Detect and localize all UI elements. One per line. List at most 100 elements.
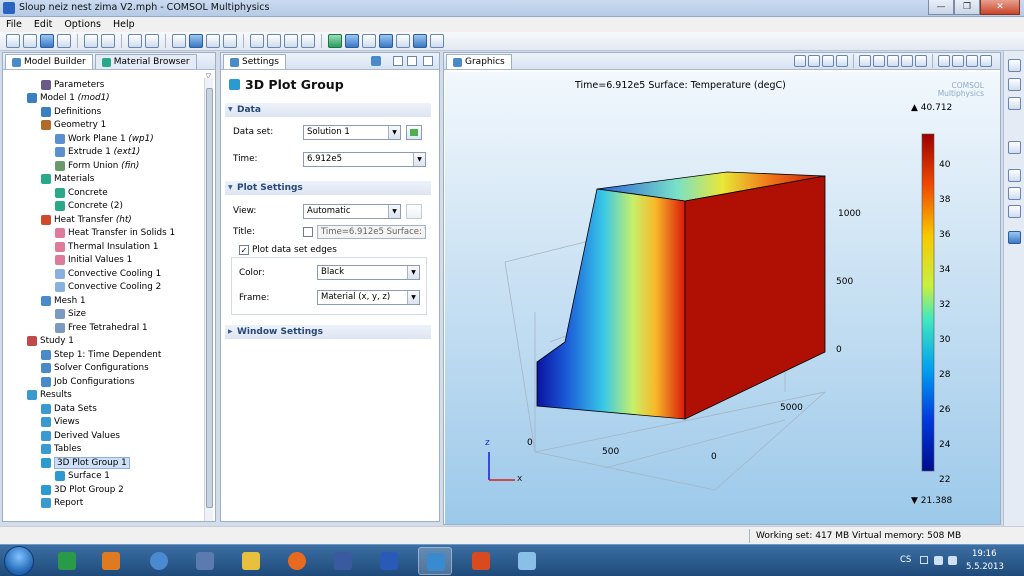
zoom-extents-icon[interactable] [836, 55, 848, 67]
maximize-panel-icon[interactable] [423, 56, 433, 66]
tab-settings[interactable]: Settings [223, 54, 286, 69]
minimize-button[interactable]: — [928, 0, 954, 15]
taskbar-app-explorer[interactable] [234, 547, 268, 575]
tree-node[interactable]: Concrete [55, 186, 108, 199]
report-icon[interactable] [430, 34, 444, 48]
tree-node[interactable]: Model 1 (mod1) [27, 92, 110, 105]
wireframe-icon[interactable] [887, 55, 899, 67]
window-icon[interactable] [393, 56, 403, 66]
tree-node[interactable]: Data Sets [41, 402, 97, 415]
taskbar-app-save[interactable] [326, 547, 360, 575]
title-input[interactable]: Time=6.912e5 Surface: Ter [317, 225, 426, 239]
select-icon[interactable] [250, 34, 264, 48]
tree-node[interactable]: Concrete (2) [55, 200, 123, 213]
network-tray-icon[interactable] [934, 556, 943, 565]
checkbox-list-icon[interactable] [1008, 205, 1021, 218]
close-button[interactable]: ✕ [980, 0, 1020, 15]
compute-plot-icon[interactable] [371, 56, 381, 66]
taskbar-app-computer[interactable] [188, 547, 222, 575]
tree-node[interactable]: Work Plane 1 (wp1) [55, 132, 154, 145]
taskbar-app-firefox[interactable] [280, 547, 314, 575]
tree-node[interactable]: 3D Plot Group 1 [41, 456, 130, 469]
menu-help[interactable]: Help [107, 17, 141, 32]
view-select[interactable]: Automatic ▼ [303, 204, 401, 219]
show-hidden-icons-icon[interactable] [920, 556, 928, 564]
tree-scrollbar[interactable] [204, 78, 213, 521]
save-icon[interactable] [40, 34, 54, 48]
tree-node[interactable]: Convective Cooling 1 [55, 267, 161, 280]
render-icon[interactable] [938, 55, 950, 67]
go-to-source-button[interactable] [406, 125, 422, 140]
graphics-canvas[interactable]: Time=6.912e5 Surface: Temperature (degC)… [445, 72, 1000, 524]
open-file-icon[interactable] [23, 34, 37, 48]
rotate-icon[interactable] [301, 34, 315, 48]
scene-light-icon[interactable] [901, 55, 913, 67]
taskbar-app-paint[interactable] [510, 547, 544, 575]
volume-icon[interactable] [948, 556, 957, 565]
taskbar-app-powerpoint[interactable] [464, 547, 498, 575]
tree-node[interactable]: Report [41, 497, 83, 510]
tree-node[interactable]: Size [55, 308, 86, 321]
tree-node[interactable]: Thermal Insulation 1 [55, 240, 158, 253]
tree-node[interactable]: Results [27, 389, 72, 402]
progress-icon[interactable] [1008, 78, 1021, 91]
tree-node[interactable]: Derived Values [41, 429, 120, 442]
tree-node[interactable]: Extrude 1 (ext1) [55, 146, 140, 159]
tree-node[interactable]: Free Tetrahedral 1 [55, 321, 148, 334]
study-icon[interactable] [379, 34, 393, 48]
tree-node[interactable]: Parameters [41, 78, 104, 91]
physics-icon[interactable] [345, 34, 359, 48]
build-geometry-icon[interactable] [223, 34, 237, 48]
taskbar-app-comsol[interactable] [418, 547, 452, 575]
tree-node[interactable]: Materials [41, 173, 94, 186]
tree-node[interactable]: Tables [41, 443, 81, 456]
menu-file[interactable]: File [0, 17, 28, 32]
title-checkbox[interactable] [303, 227, 313, 237]
redo-icon[interactable] [101, 34, 115, 48]
taskbar-app-stocks[interactable] [50, 547, 84, 575]
language-indicator[interactable]: CS [900, 555, 911, 565]
tab-graphics[interactable]: Graphics [446, 54, 512, 69]
tree-node[interactable]: Convective Cooling 2 [55, 281, 161, 294]
go-to-view-icon[interactable] [859, 55, 871, 67]
move-icon[interactable] [284, 34, 298, 48]
tree-node[interactable]: Views [41, 416, 79, 429]
email-icon[interactable] [1008, 169, 1021, 182]
tree-node[interactable]: Mesh 1 [41, 294, 86, 307]
section-data[interactable]: Data [225, 103, 431, 117]
clock-date[interactable]: 5.5.2013 [966, 562, 1004, 572]
color-select[interactable]: Black ▼ [317, 265, 420, 280]
messages-icon[interactable] [1008, 59, 1021, 72]
ruler-icon[interactable] [206, 34, 220, 48]
transparency-icon[interactable] [873, 55, 885, 67]
start-button[interactable] [4, 546, 34, 576]
tree-node[interactable]: Heat Transfer in Solids 1 [55, 227, 175, 240]
taskbar-app-network[interactable] [142, 547, 176, 575]
tree-node[interactable]: Geometry 1 [41, 119, 106, 132]
tree-node[interactable]: 3D Plot Group 2 [41, 483, 124, 496]
help-icon[interactable] [128, 34, 142, 48]
section-plot-settings[interactable]: Plot Settings [225, 181, 431, 195]
new-file-icon[interactable] [6, 34, 20, 48]
tree-node[interactable]: Initial Values 1 [55, 254, 132, 267]
plot-edges-checkbox[interactable]: ✓ [239, 245, 249, 255]
tree-node[interactable]: Definitions [41, 105, 101, 118]
menu-options[interactable]: Options [58, 17, 107, 32]
grid-icon[interactable] [952, 55, 964, 67]
zoom-in-icon[interactable] [794, 55, 806, 67]
view-go-to-button[interactable] [406, 204, 422, 219]
compute-icon[interactable] [396, 34, 410, 48]
save-as-icon[interactable] [57, 34, 71, 48]
time-select[interactable]: 6.912e5 ▼ [303, 152, 426, 167]
data-set-select[interactable]: Solution 1 ▼ [303, 125, 401, 140]
settings-pin-icon[interactable] [172, 34, 186, 48]
export-icon[interactable] [1008, 187, 1021, 200]
tree-node[interactable]: Step 1: Time Dependent [41, 348, 161, 361]
mesh-icon[interactable] [362, 34, 376, 48]
tab-material-browser[interactable]: Material Browser [94, 54, 197, 69]
camera-icon[interactable] [966, 55, 978, 67]
box-select-icon[interactable] [267, 34, 281, 48]
tree-node[interactable]: Heat Transfer (ht) [41, 213, 132, 226]
tree-node[interactable]: Form Union (fin) [55, 159, 139, 172]
results-table-icon[interactable] [1008, 141, 1021, 154]
